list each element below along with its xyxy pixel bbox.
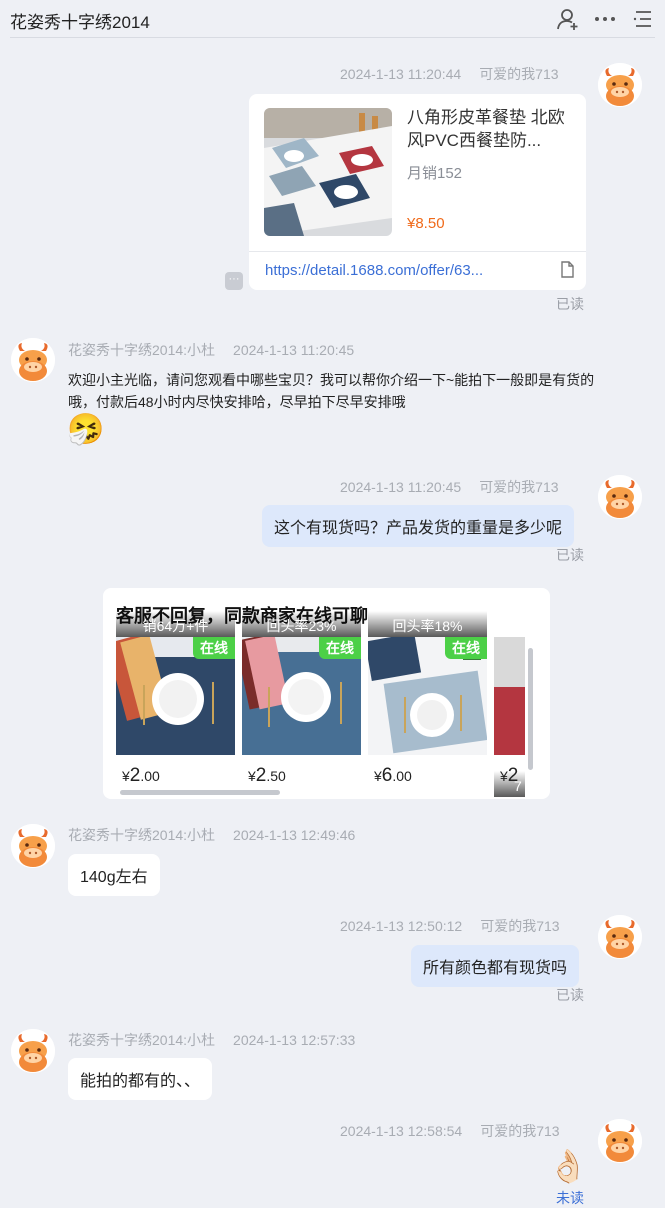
product-sales: 月销152 xyxy=(407,165,463,182)
my-avatar[interactable] xyxy=(598,475,642,519)
recommend-card: 客服不回复，同款商家在线可聊 在线 销64万+件 ¥2.00 在线 回头率23%… xyxy=(103,588,550,799)
online-badge: 在线 xyxy=(319,637,361,659)
price-decimal: .00 xyxy=(140,768,160,784)
message-bubble[interactable]: 能拍的都有的、、 xyxy=(68,1058,213,1100)
message-text: 欢迎小主光临，请问您观看中哪些宝贝？我可以帮你介绍一下~能拍下一般即是有货的 哦… xyxy=(68,369,594,413)
chat-header: 花姿秀十字绣2014 xyxy=(0,0,665,38)
recommend-item-price: ¥2.00 xyxy=(122,765,160,787)
product-card[interactable]: 八角形皮革餐垫 北欧风PVC西餐垫防... 月销152 ¥8.50 https:… xyxy=(249,94,586,290)
header-divider xyxy=(10,37,655,38)
unread-status: 未读 xyxy=(556,1190,584,1206)
message-sender: 花姿秀十字绣2014:小杜 xyxy=(68,827,216,843)
read-status: 已读 xyxy=(556,547,584,563)
recommend-item-caption: 回头率18% xyxy=(368,611,487,637)
recommend-item-image[interactable] xyxy=(494,637,525,755)
message-sender: 可爱的我713 xyxy=(480,918,560,934)
message-time: 2024-1-13 12:50:12 xyxy=(340,918,463,934)
message-sender: 可爱的我713 xyxy=(479,66,559,82)
message-bubble[interactable]: 140g左右 xyxy=(68,854,160,896)
message-sender: 可爱的我713 xyxy=(479,479,559,495)
message-sender: 花姿秀十字绣2014:小杜 xyxy=(68,342,216,358)
recommend-item-price: ¥2 xyxy=(500,765,518,787)
shop-avatar[interactable] xyxy=(11,1029,55,1073)
card-divider xyxy=(249,251,586,252)
message-sender: 花姿秀十字绣2014:小杜 xyxy=(68,1032,216,1048)
message-meta: 2024-1-13 12:50:12 可爱的我713 xyxy=(340,916,560,936)
product-price: ¥8.50 xyxy=(407,215,445,232)
recommend-item-price: ¥6.00 xyxy=(374,765,412,787)
read-status: 已读 xyxy=(556,296,584,312)
price-currency: ¥ xyxy=(500,768,508,784)
message-meta: 花姿秀十字绣2014:小杜 2024-1-13 12:49:46 xyxy=(68,825,355,845)
sneeze-emoji: 🤧 xyxy=(67,413,105,446)
price-decimal: .00 xyxy=(392,768,412,784)
price-decimal: .50 xyxy=(266,768,286,784)
ok-hand-emoji[interactable]: 👌🏻 xyxy=(548,1148,588,1184)
recommend-item-caption: 回头率23% xyxy=(242,611,361,637)
product-title[interactable]: 八角形皮革餐垫 北欧风PVC西餐垫防... xyxy=(407,106,572,152)
vertical-scrollbar[interactable] xyxy=(528,648,533,770)
recommend-item[interactable]: 7 ¥2 xyxy=(494,637,525,797)
chat-title: 花姿秀十字绣2014 xyxy=(10,13,150,32)
message-sender: 可爱的我713 xyxy=(480,1123,560,1139)
menu-list-icon[interactable] xyxy=(630,6,656,32)
message-meta: 2024-1-13 11:20:45 可爱的我713 xyxy=(340,477,559,497)
message-time: 2024-1-13 12:58:54 xyxy=(340,1123,463,1139)
product-link[interactable]: https://detail.1688.com/offer/63... xyxy=(265,262,483,279)
product-image[interactable] xyxy=(264,108,392,236)
message-time: 2024-1-13 12:49:46 xyxy=(233,827,356,843)
message-bubble[interactable]: 所有颜色都有现货吗 xyxy=(411,945,580,987)
user-add-icon[interactable] xyxy=(555,6,581,32)
message-bubble[interactable]: 这个有现货吗？产品发货的重量是多少呢 xyxy=(262,505,575,547)
online-badge: 在线 xyxy=(193,637,235,659)
message-time: 2024-1-13 12:57:33 xyxy=(233,1032,356,1048)
horizontal-scrollbar[interactable] xyxy=(120,790,280,795)
message-text-line: 欢迎小主光临，请问您观看中哪些宝贝？我可以帮你介绍一下~能拍下一般即是有货的 xyxy=(68,372,595,388)
my-avatar[interactable] xyxy=(598,63,642,107)
recommend-item-caption: 销64万+件 xyxy=(116,611,235,637)
my-avatar[interactable] xyxy=(598,915,642,959)
message-time: 2024-1-13 11:20:45 xyxy=(233,342,355,358)
message-text-line: 哦，付款后48小时内尽快安排哈，尽早拍下尽早安排哦 xyxy=(68,394,406,410)
price-integer: 2 xyxy=(507,765,519,786)
message-meta: 2024-1-13 12:58:54 可爱的我713 xyxy=(340,1121,560,1141)
price-currency: ¥ xyxy=(248,768,256,784)
online-badge: 在线 xyxy=(445,637,487,659)
price-integer: 6 xyxy=(381,765,393,786)
read-status: 已读 xyxy=(556,987,584,1003)
price-currency: ¥ xyxy=(122,768,130,784)
message-meta: 2024-1-13 11:20:44 可爱的我713 xyxy=(340,64,559,84)
message-meta: 花姿秀十字绣2014:小杜 2024-1-13 11:20:45 xyxy=(68,340,354,360)
recommend-item-price: ¥2.50 xyxy=(248,765,286,787)
message-meta: 花姿秀十字绣2014:小杜 2024-1-13 12:57:33 xyxy=(68,1030,355,1050)
shop-avatar[interactable] xyxy=(11,338,55,382)
message-time: 2024-1-13 11:20:44 xyxy=(340,66,462,82)
my-avatar[interactable] xyxy=(598,1119,642,1163)
more-icon[interactable] xyxy=(592,6,618,32)
copy-icon[interactable] xyxy=(559,261,575,279)
price-integer: 2 xyxy=(255,765,267,786)
shop-avatar[interactable] xyxy=(11,824,55,868)
price-currency: ¥ xyxy=(374,768,382,784)
message-time: 2024-1-13 11:20:45 xyxy=(340,479,462,495)
price-integer: 2 xyxy=(129,765,141,786)
message-more-button[interactable]: ··· xyxy=(225,272,243,290)
